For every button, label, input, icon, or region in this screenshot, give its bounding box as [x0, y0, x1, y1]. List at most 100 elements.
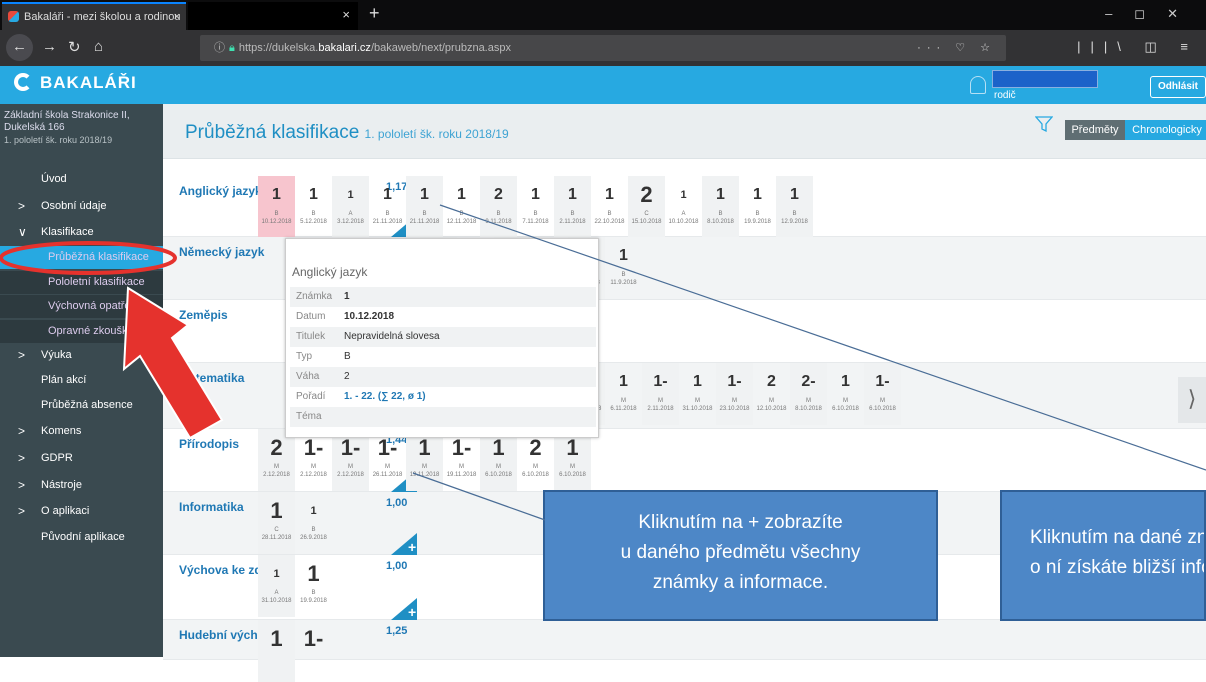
- grade-cell[interactable]: 1 B 11.9.2018: [605, 237, 642, 299]
- page-actions-icon[interactable]: ··· ♡ ☆: [917, 35, 996, 61]
- grade-cell[interactable]: 1 B 12.9.2018: [776, 176, 813, 238]
- url-bar[interactable]: ⓘ 🔒︎ https://dukelska.bakalari.cz/bakaweb/…: [200, 35, 1006, 61]
- grade-type: B: [311, 590, 316, 596]
- grade-cell[interactable]: 1 B 5.12.2018: [295, 176, 332, 238]
- subject-average: 1,00: [386, 560, 408, 572]
- grade-date: 31.10.2018: [682, 406, 713, 412]
- grade-cell[interactable]: 1 M 31.10.2018: [679, 363, 716, 425]
- sidebar-item-7[interactable]: > Výuka: [0, 344, 163, 367]
- sidebar-item-4[interactable]: Pololetní klasifikace: [0, 271, 163, 294]
- grade-type: M: [658, 398, 663, 404]
- grade-date: 26.9.2018: [300, 535, 327, 541]
- grade-cell[interactable]: 1-: [295, 620, 332, 682]
- grade-cell[interactable]: 1- M 6.10.2018: [864, 363, 901, 425]
- grade-cell[interactable]: 1 C 28.11.2018: [258, 492, 295, 554]
- grade-cell[interactable]: 1 M 6.10.2018: [554, 429, 591, 491]
- app-logo[interactable]: BAKALÁŘI: [14, 73, 137, 93]
- sidebar-item-11[interactable]: > GDPR: [0, 447, 163, 470]
- page-subtitle: 1. pololetí šk. roku 2018/19: [364, 127, 509, 141]
- grade-cell[interactable]: 1 B 19.9.2018: [295, 555, 332, 617]
- grade-cell[interactable]: 1- M 23.10.2018: [716, 363, 753, 425]
- subject-name[interactable]: Informatika: [179, 500, 244, 514]
- subject-row: Hudební výchova 1,25 1 1-: [163, 620, 1206, 682]
- grade-cell[interactable]: 1- M 2.12.2018: [332, 429, 369, 491]
- grade-cell[interactable]: 2 M 6.10.2018: [517, 429, 554, 491]
- reload-icon[interactable]: ↻: [68, 38, 81, 56]
- sidebar-item-13[interactable]: > O aplikaci: [0, 500, 163, 523]
- sidebar-item-6[interactable]: Opravné zkoušky: [0, 320, 163, 343]
- browser-tab-active[interactable]: Bakaláři - mezi školou a rodinou ×: [2, 2, 186, 30]
- expand-plus-icon[interactable]: +: [391, 598, 417, 620]
- view-subjects-button[interactable]: Předměty: [1065, 120, 1125, 140]
- subject-name[interactable]: Zeměpis: [179, 308, 228, 322]
- grade-cell[interactable]: 1 B 7.11.2018: [517, 176, 554, 238]
- sidebar-item-9[interactable]: Průběžná absence: [0, 394, 163, 417]
- grade-cell[interactable]: 1 B 19.9.2018: [739, 176, 776, 238]
- grade-cell[interactable]: 2 M 12.10.2018: [753, 363, 790, 425]
- browser-tab-redacted[interactable]: ×: [188, 2, 358, 30]
- grade-cell[interactable]: 1- M 26.11.2018: [369, 429, 406, 491]
- grade-cell[interactable]: 1- M 2.12.2018: [295, 429, 332, 491]
- grade-cell[interactable]: 1 A 3.12.2018: [332, 176, 369, 238]
- back-arrow-icon[interactable]: ←: [6, 34, 33, 61]
- user-icon: [970, 76, 986, 94]
- new-tab-button[interactable]: +: [369, 3, 380, 24]
- grade-cell[interactable]: 1 M 6.10.2018: [480, 429, 517, 491]
- grade-cell[interactable]: 1 B 21.11.2018: [406, 176, 443, 238]
- grade-cell[interactable]: 2 M 2.12.2018: [258, 429, 295, 491]
- sidebar-item-3[interactable]: Průběžná klasifikace: [0, 246, 163, 269]
- grade-cell[interactable]: 1 B 2.11.2018: [554, 176, 591, 238]
- grade-cell[interactable]: 1- M 2.11.2018: [642, 363, 679, 425]
- grade-cell[interactable]: 2 B 9.11.2018: [480, 176, 517, 238]
- tooltip-row: Známka 1: [290, 287, 596, 307]
- view-chronological-button[interactable]: Chronologicky: [1125, 120, 1206, 140]
- grade-cell[interactable]: 1: [258, 620, 295, 682]
- grade-cell[interactable]: 1 B 8.10.2018: [702, 176, 739, 238]
- grade-date: 3.12.2018: [337, 219, 364, 225]
- sidebar-item-12[interactable]: > Nástroje: [0, 474, 163, 497]
- grade-cell[interactable]: 1 M 6.11.2018: [605, 363, 642, 425]
- tooltip-label: Váha: [296, 371, 320, 382]
- grade-date: 6.11.2018: [610, 406, 637, 412]
- grade-cell[interactable]: 1 A 10.10.2018: [665, 176, 702, 238]
- logout-button[interactable]: Odhlásit: [1150, 76, 1206, 98]
- subject-name[interactable]: Přírodopis: [179, 437, 239, 451]
- grade-cell[interactable]: 1- M 19.11.2018: [443, 429, 480, 491]
- grade-cell[interactable]: 1 M 6.10.2018: [827, 363, 864, 425]
- grade-cell[interactable]: 1 B 22.10.2018: [591, 176, 628, 238]
- page-header: Průběžná klasifikace 1. pololetí šk. rok…: [163, 104, 1206, 159]
- tab-close-icon-2[interactable]: ×: [342, 7, 350, 22]
- window-controls[interactable]: –◻✕: [1105, 6, 1200, 22]
- sidebar-item-1[interactable]: > Osobní údaje: [0, 195, 163, 218]
- sidebar-item-5[interactable]: Výchovná opatření: [0, 295, 163, 318]
- grade-cell[interactable]: 1 B 10.12.2018: [258, 176, 295, 238]
- user-role: rodič: [994, 90, 1016, 101]
- tab-close-icon[interactable]: ×: [174, 4, 180, 30]
- home-icon[interactable]: ⌂: [94, 38, 103, 55]
- url-domain: bakalari.cz: [318, 42, 371, 54]
- subject-name[interactable]: Matematika: [179, 371, 244, 385]
- grade-cell[interactable]: 1 B 26.9.2018: [295, 492, 332, 554]
- library-sidebar-menu-icons[interactable]: |||\ ◫ ≡: [1077, 39, 1198, 55]
- subject-name[interactable]: Anglický jazyk: [179, 184, 262, 198]
- grade-cell[interactable]: 2 C 15.10.2018: [628, 176, 665, 238]
- sidebar-item-2[interactable]: ∨ Klasifikace: [0, 221, 163, 244]
- sidebar-item-10[interactable]: > Komens: [0, 420, 163, 443]
- forward-arrow-icon[interactable]: →: [42, 38, 57, 55]
- sidebar-item-0[interactable]: Úvod: [0, 168, 163, 191]
- filter-icon[interactable]: [1035, 116, 1053, 132]
- next-grades-arrow-icon[interactable]: ⟩: [1178, 377, 1206, 423]
- chevron-icon: ∨: [18, 225, 27, 239]
- grade-cell[interactable]: 1 B 12.11.2018: [443, 176, 480, 238]
- grade-type: A: [681, 211, 686, 217]
- grade-cell[interactable]: 1 B 21.11.2018: [369, 176, 406, 238]
- subject-name[interactable]: Německý jazyk: [179, 245, 264, 259]
- expand-plus-icon[interactable]: +: [391, 533, 417, 555]
- sidebar-item-14[interactable]: Původní aplikace: [0, 526, 163, 549]
- grade-cell[interactable]: 2- M 8.10.2018: [790, 363, 827, 425]
- grade-cell[interactable]: 1 A 31.10.2018: [258, 555, 295, 617]
- sidebar-item-8[interactable]: Plán akcí: [0, 369, 163, 392]
- grade-date: 10.10.2018: [668, 219, 699, 225]
- grade-type: M: [732, 398, 737, 404]
- grade-cell[interactable]: 1 M 19.11.2018: [406, 429, 443, 491]
